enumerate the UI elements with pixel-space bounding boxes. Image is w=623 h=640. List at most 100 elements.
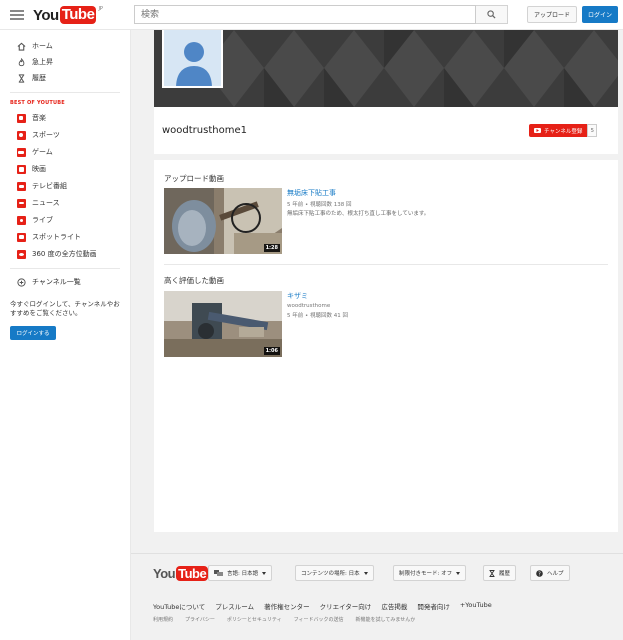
help-button[interactable]: ? ヘルプ xyxy=(530,565,570,581)
chevron-down-icon xyxy=(262,571,267,575)
footer-link-privacy[interactable]: プライバシー xyxy=(185,616,215,623)
video-meta: 5 年前 • 視聴回数 138 回 xyxy=(287,202,352,208)
sidebar-item-label: スポットライト xyxy=(32,233,81,241)
footer-link-feedback[interactable]: フィードバックの送信 xyxy=(294,616,344,623)
tv-icon xyxy=(16,181,26,191)
channel-banner xyxy=(154,30,618,107)
footer-link-terms[interactable]: 利用規約 xyxy=(153,616,173,623)
video-thumbnail[interactable]: 1:06 xyxy=(164,291,282,357)
footer-link-policy-safety[interactable]: ポリシーとセキュリティ xyxy=(227,616,282,623)
news-icon xyxy=(16,198,26,208)
sidebar-item-label: ホーム xyxy=(32,42,53,50)
location-label: コンテンツの場所: 日本 xyxy=(301,571,360,577)
sidebar-item-label: 音楽 xyxy=(32,114,46,122)
sidebar-item-tv-shows[interactable]: テレビ番組 xyxy=(0,178,131,194)
search-button[interactable] xyxy=(476,5,508,24)
sidebar-item-home[interactable]: ホーム xyxy=(0,38,131,54)
help-label: ヘルプ xyxy=(547,571,564,577)
sidebar-item-label: 履歴 xyxy=(32,74,46,82)
sidebar-item-trending[interactable]: 急上昇 xyxy=(0,54,131,70)
sidebar-item-music[interactable]: 音楽 xyxy=(0,110,131,126)
footer-logo-tube: Tube xyxy=(176,566,209,581)
footer-youtube-logo[interactable]: You Tube xyxy=(153,566,209,581)
channel-avatar[interactable] xyxy=(162,30,223,88)
sidebar-item-movies[interactable]: 映画 xyxy=(0,161,131,177)
language-picker-button[interactable]: 言語: 日本語 xyxy=(208,565,273,581)
gaming-icon xyxy=(16,147,26,157)
sidebar-item-label: ニュース xyxy=(32,199,60,207)
video-thumbnail[interactable]: 1:28 xyxy=(164,188,282,254)
restricted-mode-button[interactable]: 制限付きモード: オフ xyxy=(393,565,467,581)
footer-primary-links: YouTubeについて プレスルーム 著作権センター クリエイター向け 広告掲載… xyxy=(153,601,492,611)
sidebar-item-news[interactable]: ニュース xyxy=(0,195,131,211)
chevron-down-icon xyxy=(456,571,461,575)
footer-link-plus-youtube[interactable]: +YouTube xyxy=(460,601,492,611)
video-title[interactable]: キザミ xyxy=(287,291,308,301)
sidebar-item-label: チャンネル一覧 xyxy=(32,278,81,286)
video-item[interactable]: 1:06 キザミ woodtrusthome 5 年前 • 視聴回数 41 回 xyxy=(164,291,614,357)
footer: You Tube 言語: 日本語 コンテンツの場所: 日本 制限付きモード: オ… xyxy=(131,553,623,640)
search-input[interactable] xyxy=(134,5,476,24)
sidebar-item-label: ゲーム xyxy=(32,148,53,156)
sidebar-item-channel-list[interactable]: チャンネル一覧 xyxy=(0,274,131,290)
login-button[interactable]: ログイン xyxy=(582,6,618,23)
sidebar-item-spotlight[interactable]: スポットライト xyxy=(0,229,131,245)
guide-menu-button[interactable] xyxy=(10,8,24,22)
channel-header: woodtrusthome1 チャンネル登録 5 xyxy=(154,30,618,154)
language-icon xyxy=(214,570,223,576)
uploads-section-title[interactable]: アップロード動画 xyxy=(164,173,224,184)
sidebar-item-live[interactable]: ライブ xyxy=(0,212,131,228)
subscribe-button[interactable]: チャンネル登録 5 xyxy=(529,124,598,137)
svg-text:?: ? xyxy=(538,571,541,577)
subscribe-main[interactable]: チャンネル登録 xyxy=(529,124,588,137)
home-icon xyxy=(16,41,26,51)
location-picker-button[interactable]: コンテンツの場所: 日本 xyxy=(295,565,374,581)
help-icon: ? xyxy=(536,569,543,577)
footer-link-copyright[interactable]: 著作権センター xyxy=(264,601,310,611)
sidebar-item-gaming[interactable]: ゲーム xyxy=(0,144,131,160)
guide-sidebar: ホーム 急上昇 履歴 BEST OF YOUTUBE 音楽 スポーツ ゲーム 映… xyxy=(0,30,131,640)
section-divider xyxy=(164,264,608,265)
video-meta: 5 年前 • 視聴回数 41 回 xyxy=(287,313,348,319)
upload-button[interactable]: アップロード xyxy=(527,6,578,23)
footer-link-advertise[interactable]: 広告掲載 xyxy=(381,601,407,611)
masthead: You Tube JP アップロード ログイン xyxy=(0,0,623,30)
liked-section-title[interactable]: 高く評価した動画 xyxy=(164,275,224,286)
subscribe-label: チャンネル登録 xyxy=(544,128,583,135)
footer-link-about[interactable]: YouTubeについて xyxy=(153,601,205,611)
youtube-logo[interactable]: You Tube JP xyxy=(33,6,103,24)
video-duration: 1:06 xyxy=(263,347,280,355)
subscriber-count: 5 xyxy=(587,124,598,137)
sidebar-item-history[interactable]: 履歴 xyxy=(0,70,131,86)
music-icon xyxy=(16,113,26,123)
sports-icon xyxy=(16,130,26,140)
channel-name: woodtrusthome1 xyxy=(162,125,247,136)
flame-icon xyxy=(16,57,26,67)
video-item[interactable]: 1:28 無垢床下貼工事 5 年前 • 視聴回数 138 回 無垢床下貼工事のた… xyxy=(164,188,614,254)
footer-link-developers[interactable]: 開発者向け xyxy=(417,601,450,611)
footer-logo-you: You xyxy=(153,566,176,581)
logo-region: JP xyxy=(98,6,103,12)
sidebar-item-label: スポーツ xyxy=(32,131,60,139)
sidebar-login-button[interactable]: ログインする xyxy=(10,326,56,340)
hourglass-icon xyxy=(16,73,26,83)
sidebar-item-label: 360 度の全方位動画 xyxy=(32,250,97,258)
youtube-play-icon xyxy=(534,128,541,133)
sidebar-item-sports[interactable]: スポーツ xyxy=(0,127,131,143)
footer-link-press[interactable]: プレスルーム xyxy=(215,601,254,611)
sidebar-item-360-video[interactable]: 360 度の全方位動画 xyxy=(0,246,131,262)
logo-tube-text: Tube xyxy=(59,6,97,24)
history-button[interactable]: 履歴 xyxy=(483,565,517,581)
restricted-mode-label: 制限付きモード: オフ xyxy=(399,571,453,577)
footer-link-creators[interactable]: クリエイター向け xyxy=(320,601,372,611)
login-prompt-text: 今すぐログインして、チャンネルやおすすめをご覧ください。 xyxy=(10,300,120,317)
add-circle-icon xyxy=(16,277,26,287)
movies-icon xyxy=(16,164,26,174)
video-duration: 1:28 xyxy=(263,244,280,252)
footer-link-try-new[interactable]: 新機能を試してみませんか xyxy=(356,616,416,623)
channel-content: アップロード動画 1:28 無垢床下貼工事 5 年前 • 視聴回数 138 回 … xyxy=(154,160,618,532)
history-label: 履歴 xyxy=(499,571,511,577)
video-title[interactable]: 無垢床下貼工事 xyxy=(287,188,336,198)
sidebar-divider xyxy=(10,268,120,269)
video-channel[interactable]: woodtrusthome xyxy=(287,303,330,309)
